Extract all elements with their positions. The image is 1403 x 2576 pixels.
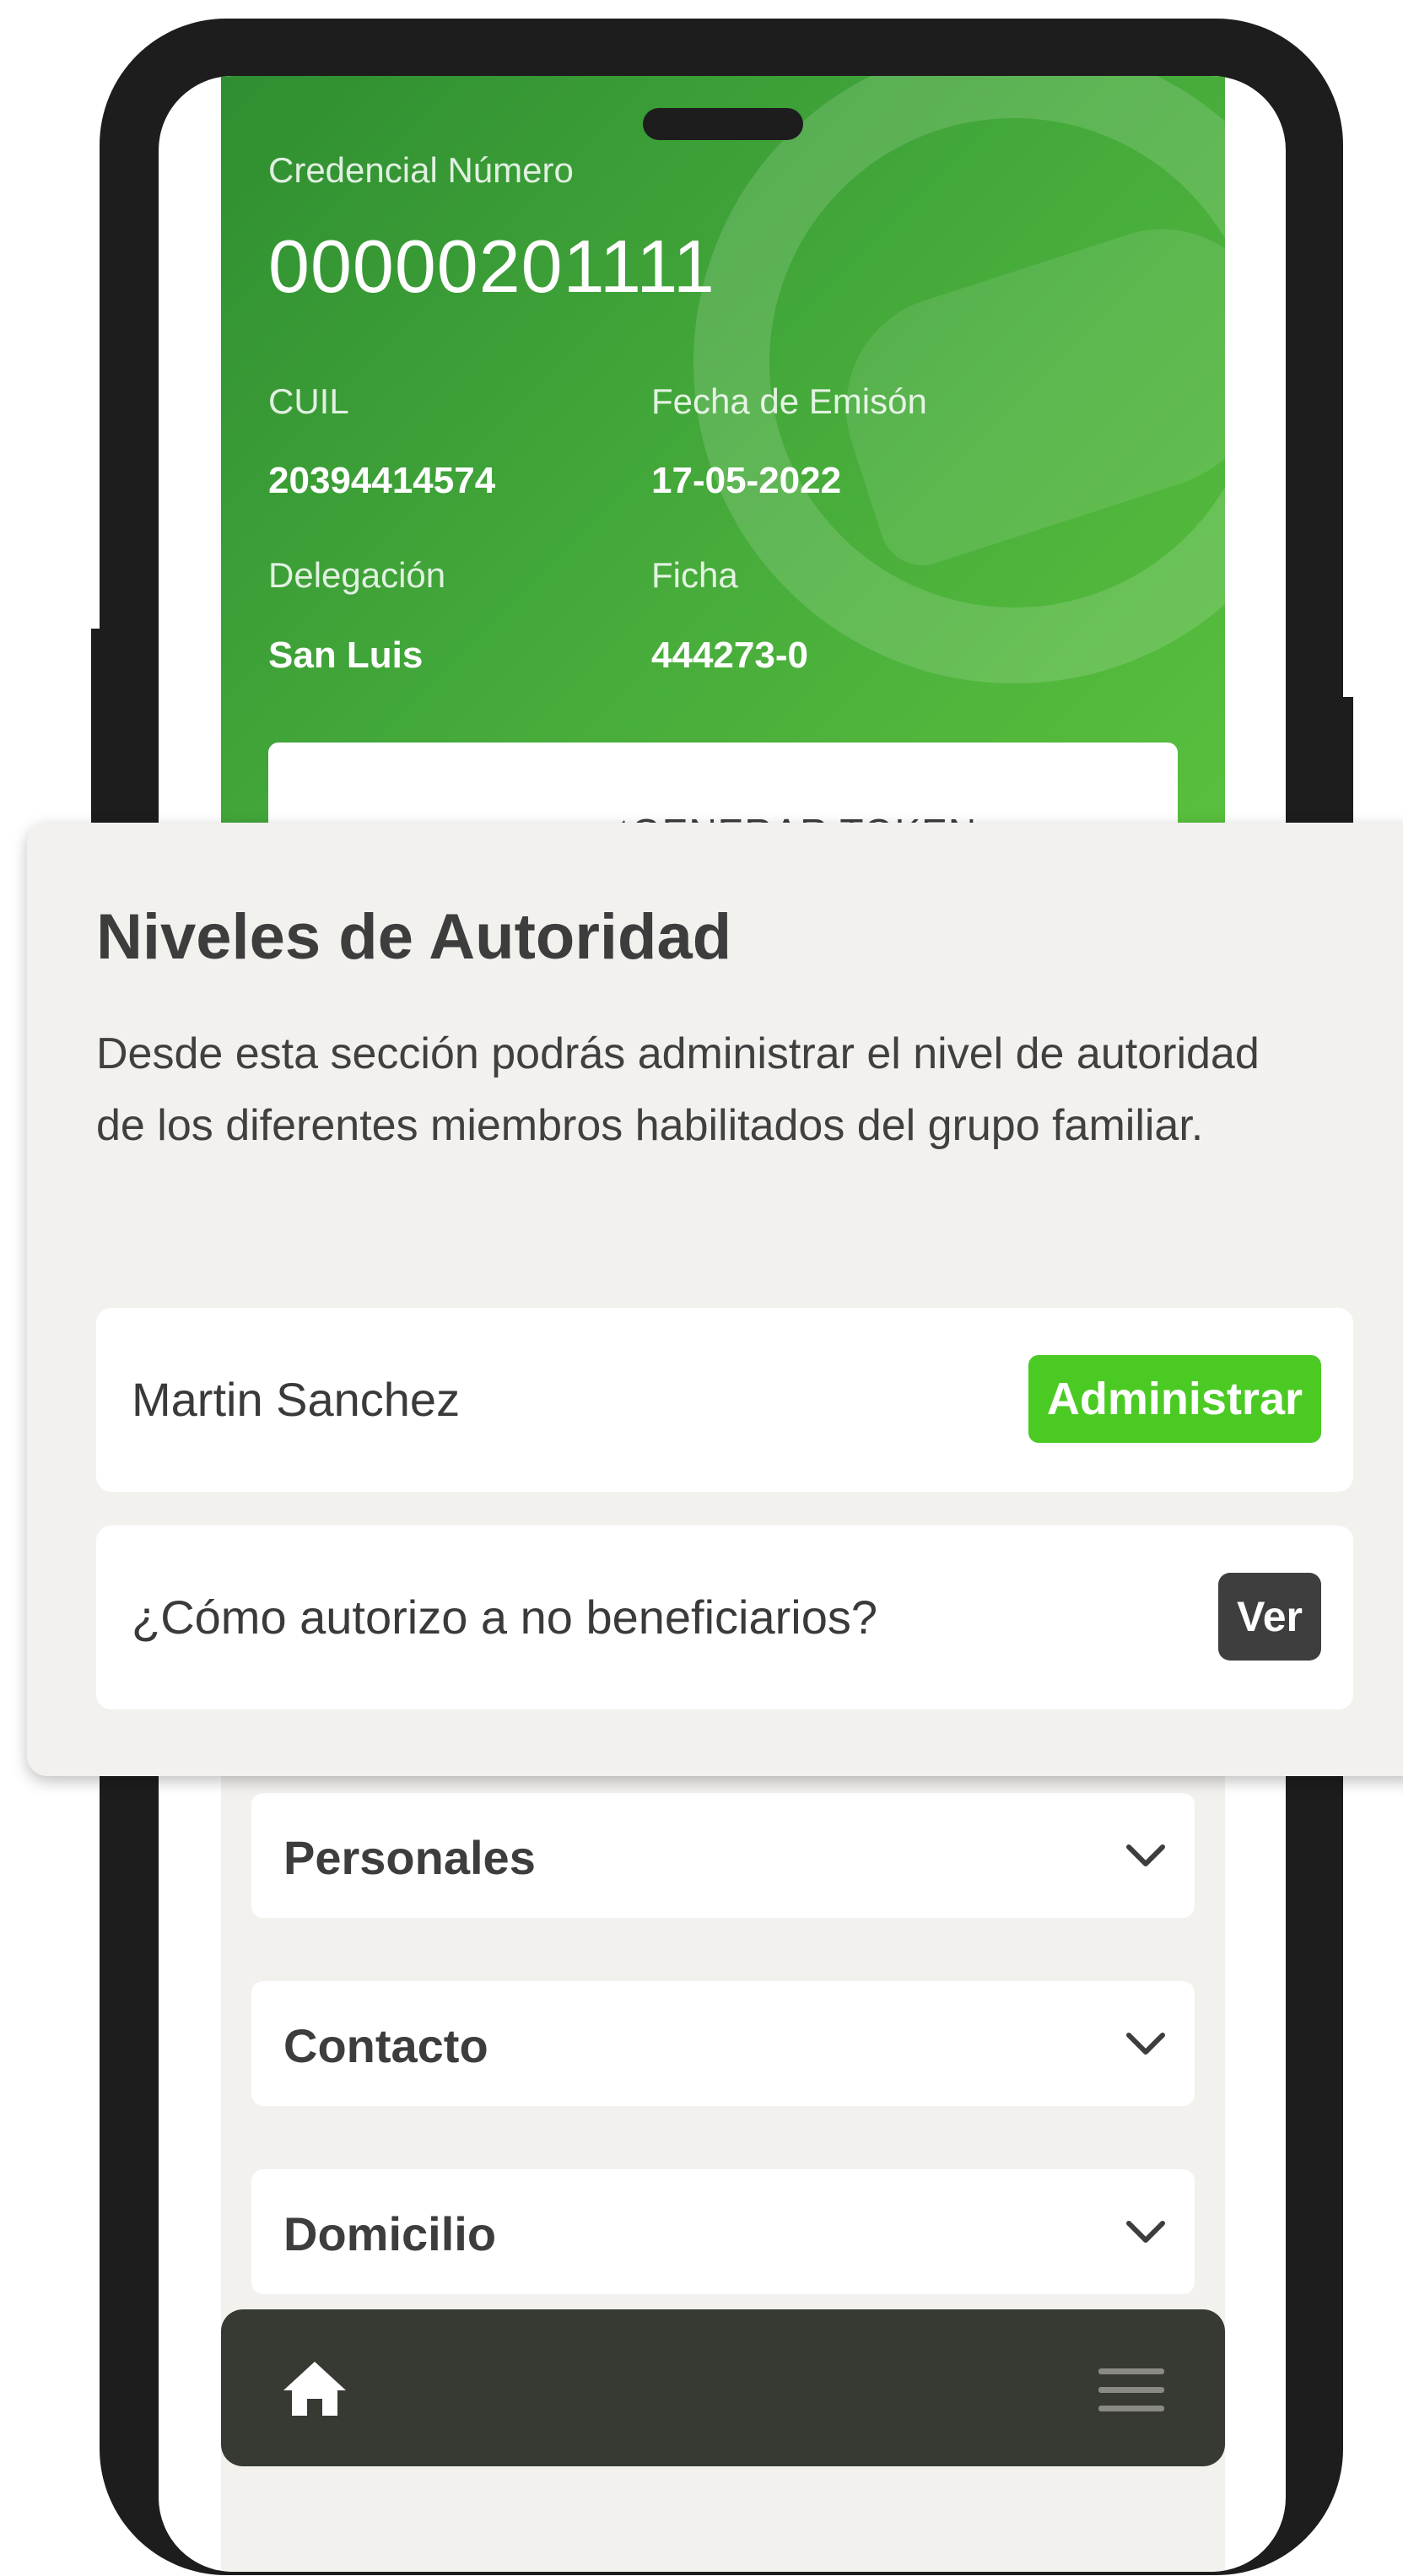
chevron-down-icon — [1126, 2033, 1165, 2055]
ver-button[interactable]: Ver — [1218, 1573, 1321, 1661]
accordion-personales[interactable]: Personales — [251, 1793, 1195, 1918]
issue-date-label: Fecha de Emisón — [651, 381, 927, 421]
file-label: Ficha — [651, 555, 738, 595]
file-value: 444273-0 — [651, 635, 808, 676]
accordion-contacto[interactable]: Contacto — [251, 1981, 1195, 2106]
delegation-label: Delegación — [268, 555, 446, 595]
credential-number-label: Credencial Número — [268, 150, 574, 190]
help-question: ¿Cómo autorizo a no beneficiarios? — [132, 1590, 878, 1644]
administrar-button[interactable]: Administrar — [1028, 1355, 1321, 1443]
credential-card: Credencial Número 00000201111 CUIL 20394… — [221, 76, 1225, 920]
cuil-value: 20394414574 — [268, 460, 496, 501]
accordion-title: Contacto — [283, 2019, 488, 2072]
help-row: ¿Cómo autorizo a no beneficiarios? Ver — [96, 1526, 1353, 1709]
chevron-down-icon — [1126, 2221, 1165, 2243]
chevron-down-icon — [1126, 1844, 1165, 1866]
cuil-label: CUIL — [268, 381, 349, 421]
panel-description: Desde esta sección podrás administrar el… — [96, 1029, 1260, 1150]
panel-title: Niveles de Autoridad — [96, 901, 732, 973]
member-row: Martin Sanchez Administrar — [96, 1308, 1353, 1492]
home-icon[interactable] — [280, 2358, 349, 2419]
menu-icon[interactable] — [1098, 2367, 1164, 2414]
delegation-value: San Luis — [268, 635, 424, 676]
authority-levels-panel: Niveles de Autoridad Desde esta sección … — [27, 823, 1403, 1776]
member-name: Martin Sanchez — [132, 1373, 461, 1426]
accordion-title: Personales — [283, 1831, 536, 1884]
accordion-title: Domicilio — [283, 2207, 497, 2260]
camera-notch — [643, 108, 803, 140]
credential-number: 00000201111 — [268, 224, 715, 308]
issue-date-value: 17-05-2022 — [651, 460, 842, 501]
bottom-navigation — [221, 2309, 1225, 2466]
accordion-domicilio[interactable]: Domicilio — [251, 2169, 1195, 2294]
